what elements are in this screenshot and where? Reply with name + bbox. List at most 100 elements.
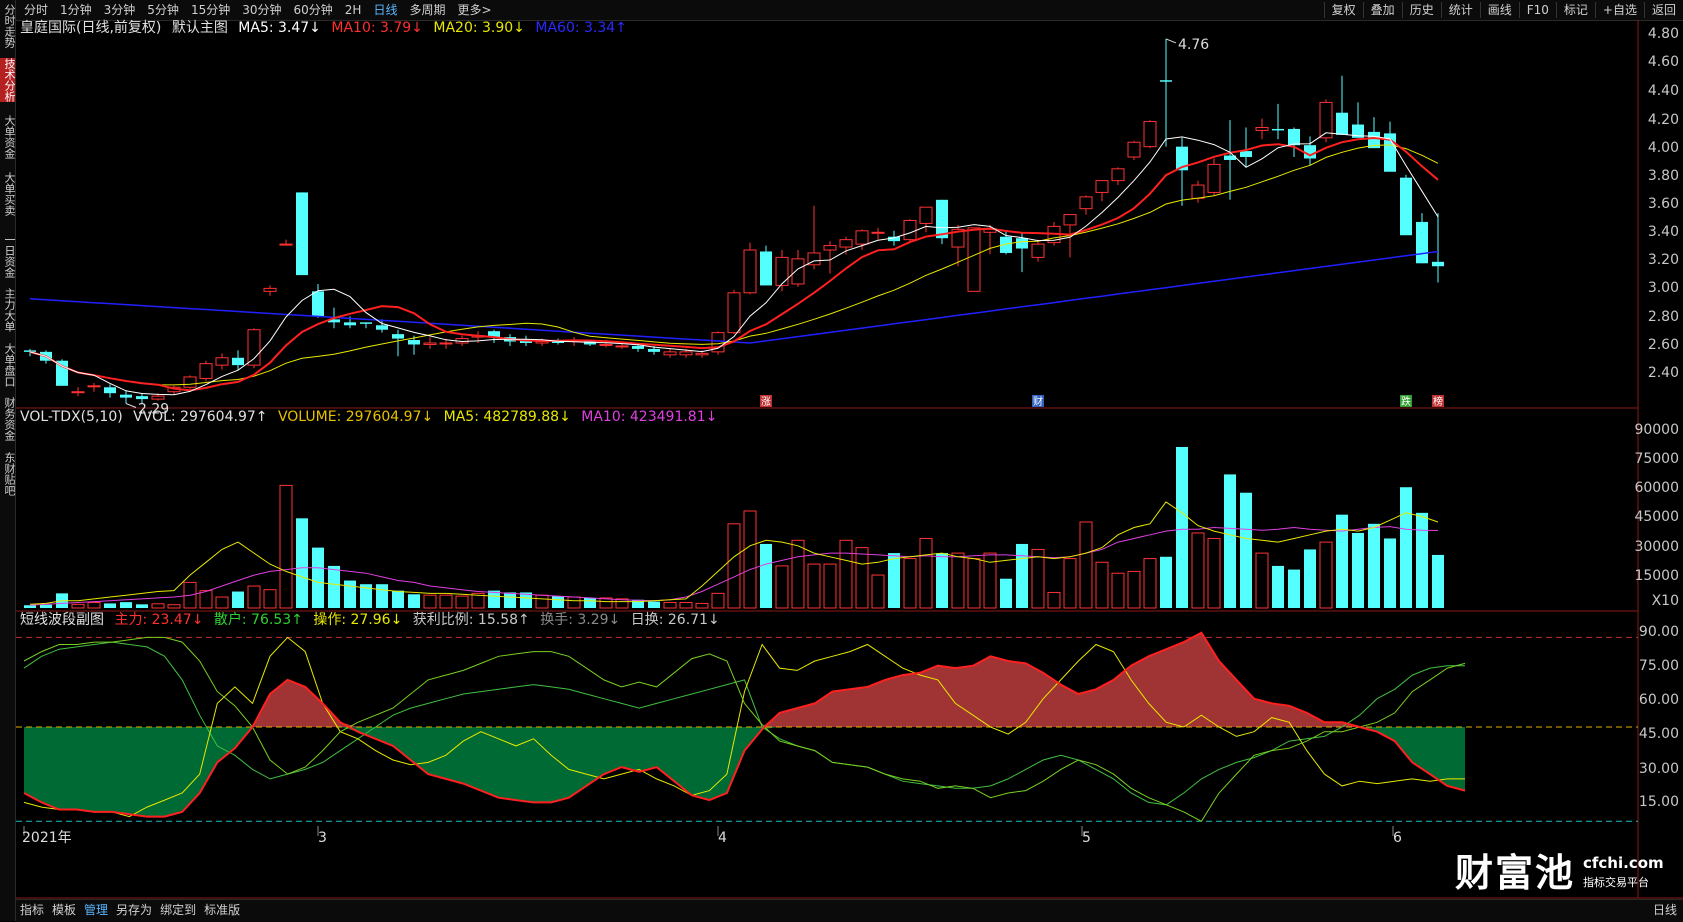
x-label-1: 3 <box>318 830 327 846</box>
volume-bar <box>1288 569 1300 608</box>
volume-bar <box>215 596 229 609</box>
axis-tick-label: 3.00 <box>1647 280 1679 296</box>
volume-bar <box>1000 578 1012 608</box>
volume-bar <box>423 594 437 609</box>
bottom-button-5[interactable]: 标准版 <box>200 900 244 920</box>
volume-bar <box>247 585 261 609</box>
bottom-button-4[interactable]: 绑定到 <box>156 900 200 920</box>
candle-body <box>871 231 885 234</box>
candle-body <box>1127 141 1141 158</box>
candle-body <box>392 334 404 339</box>
bottom-button-0[interactable]: 指标 <box>16 900 48 920</box>
watermark-site: cfchi.com <box>1583 854 1664 872</box>
volume-bar <box>279 484 293 609</box>
volume-bar <box>584 597 596 608</box>
candle-body <box>839 239 853 248</box>
volume-bar <box>199 590 213 609</box>
axis-tick-label: 4.60 <box>1647 54 1679 70</box>
volume-bar <box>328 565 340 608</box>
low-price-label: 2.29 <box>138 402 169 418</box>
volume-bar <box>71 603 85 609</box>
volume-bar <box>296 518 308 608</box>
candle-body <box>199 363 213 379</box>
event-marker-1: 财 <box>1033 395 1043 408</box>
axis-tick-label: 2.80 <box>1647 309 1679 325</box>
volume-bar <box>504 592 516 608</box>
candle-body <box>247 329 261 366</box>
volume-bar <box>1079 521 1093 609</box>
candle-body <box>104 387 116 394</box>
volume-bar <box>839 539 853 609</box>
volume-bar <box>1207 537 1221 609</box>
axis-tick-label: 90.00 <box>1638 624 1679 640</box>
candle-body <box>1063 214 1077 226</box>
candle-body <box>87 385 101 388</box>
volume-bar <box>791 539 805 609</box>
volume-bar <box>663 602 677 609</box>
volume-bar <box>1400 487 1412 608</box>
axis-tick-label: 15000 <box>1634 568 1679 584</box>
volume-bar <box>1368 523 1380 608</box>
event-marker-3: 榜 <box>1433 395 1443 408</box>
candle-body <box>312 291 324 317</box>
candle-body <box>151 395 165 400</box>
candle-body <box>743 249 757 294</box>
axis-tick-label: 60000 <box>1634 480 1679 496</box>
volume-bar <box>1224 474 1236 608</box>
candle-body <box>1143 121 1157 148</box>
volume-bar <box>136 604 148 608</box>
candle-body <box>727 292 741 334</box>
volume-bar <box>951 552 965 609</box>
volume-bar <box>1416 512 1428 608</box>
candle-body <box>376 325 388 330</box>
candle-body <box>1095 180 1109 193</box>
volume-bar <box>871 574 885 609</box>
watermark-title: 财富池 <box>1455 851 1576 895</box>
axis-tick-label: 4.80 <box>1647 26 1679 42</box>
bottom-button-3[interactable]: 另存为 <box>112 900 156 920</box>
axis-tick-label: 4.00 <box>1647 140 1679 156</box>
axis-tick-label: 90000 <box>1634 422 1679 438</box>
volume-bar <box>711 592 725 609</box>
axis-tick-label: 45.00 <box>1638 726 1679 742</box>
candle-body <box>120 394 132 398</box>
volume-bar <box>455 595 469 609</box>
high-pointer <box>1165 38 1177 44</box>
candle-body <box>1079 196 1093 210</box>
volume-bar <box>1304 549 1316 608</box>
volume-bar <box>1031 548 1045 609</box>
candle-body <box>1400 177 1412 236</box>
candle-body <box>1111 168 1125 182</box>
candle-body <box>855 230 869 245</box>
volume-bar <box>151 603 165 609</box>
event-marker-0: 涨 <box>761 396 771 408</box>
volume-bar <box>1191 532 1205 609</box>
bottom-toolbar: 指标 模板 管理 另存为 绑定到 标准版 <box>16 899 1683 922</box>
bottom-button-1[interactable]: 模板 <box>48 900 80 920</box>
bottom-button-2[interactable]: 管理 <box>80 900 112 920</box>
volume-bar <box>936 553 948 608</box>
high-price-label: 4.76 <box>1178 37 1209 53</box>
candle-body <box>663 351 677 356</box>
axis-tick-label: 30.00 <box>1638 761 1679 777</box>
volume-bar <box>1384 538 1396 608</box>
volume-bar <box>312 547 324 608</box>
candle-body <box>1336 112 1348 135</box>
candle-body <box>360 322 372 324</box>
axis-tick-label: 2.60 <box>1647 337 1679 353</box>
volume-bar <box>567 596 581 609</box>
period-indicator: 日线 <box>1652 903 1677 917</box>
axis-tick-label: 3.60 <box>1647 196 1679 212</box>
candle-body <box>1016 238 1028 249</box>
candle-body <box>296 192 308 276</box>
x-label-3: 5 <box>1082 830 1091 846</box>
volume-bar <box>727 523 741 609</box>
volume-bar <box>855 547 869 609</box>
candle-body <box>1416 221 1428 264</box>
volume-bar <box>1240 492 1252 608</box>
stock-chart[interactable]: 4.76 2.29 涨 财 跌 榜 2021年 3 4 5 6 <box>0 0 1683 921</box>
volume-bar <box>408 594 420 608</box>
candle-body <box>279 243 293 246</box>
watermark-logo: 财富池 cfchi.com 指标交易平台 <box>1455 851 1664 895</box>
volume-bar <box>1176 446 1188 608</box>
